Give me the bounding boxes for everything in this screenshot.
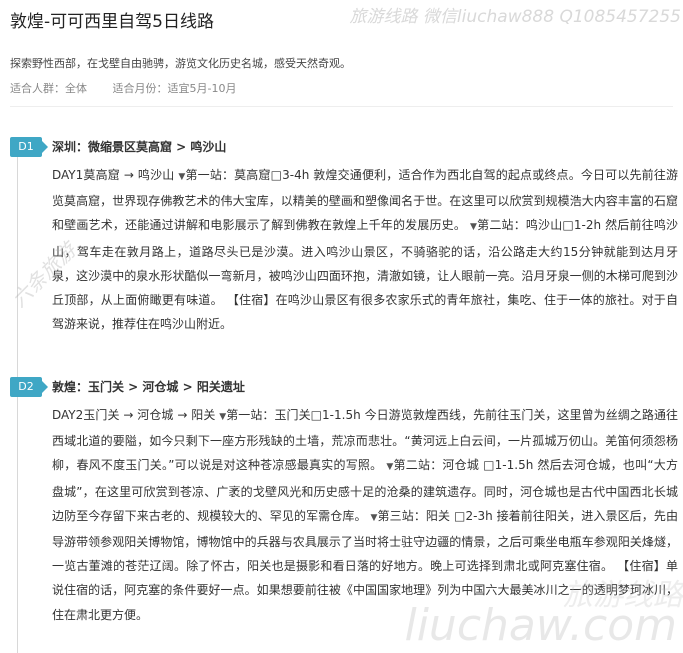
meta-month: 适合月份：适宜5月-10月	[112, 82, 237, 95]
caret-down-icon: ▼	[386, 462, 394, 473]
day-route: DAY1莫高窟 → 鸣沙山	[52, 168, 175, 182]
caret-down-icon: ▼	[370, 512, 378, 523]
timeline-line	[17, 148, 18, 653]
day-badge: D2	[10, 377, 48, 397]
watermark-bottom: liuchaw.com	[404, 600, 677, 651]
page-title: 敦煌-可可西里自驾5日线路	[10, 12, 214, 32]
divider	[10, 106, 673, 107]
day-route: DAY2玉门关 → 河仓城 → 阳关	[52, 408, 216, 422]
day-badge: D1	[10, 137, 48, 157]
meta-crowd: 适合人群：全体	[10, 82, 87, 95]
day-heading: 深圳：微缩景区莫高窟 > 鸣沙山	[52, 140, 227, 154]
caret-down-icon: ▼	[178, 172, 186, 182]
meta-row: 适合人群：全体 适合月份：适宜5月-10月	[10, 80, 258, 96]
day-heading: 敦煌：玉门关 > 河仓城 > 阳关遗址	[52, 380, 245, 394]
watermark-contact: 旅游线路 微信liuchaw888 Q1085457255	[349, 7, 681, 27]
day-body: DAY1莫高窟 → 鸣沙山 ▼第一站：莫高窟□3-4h 敦煌交通便利，适合作为西…	[52, 163, 678, 336]
page-description: 探索野性西部，在戈壁自由驰骋，游览文化历史名城，感受天然奇观。	[10, 57, 351, 70]
